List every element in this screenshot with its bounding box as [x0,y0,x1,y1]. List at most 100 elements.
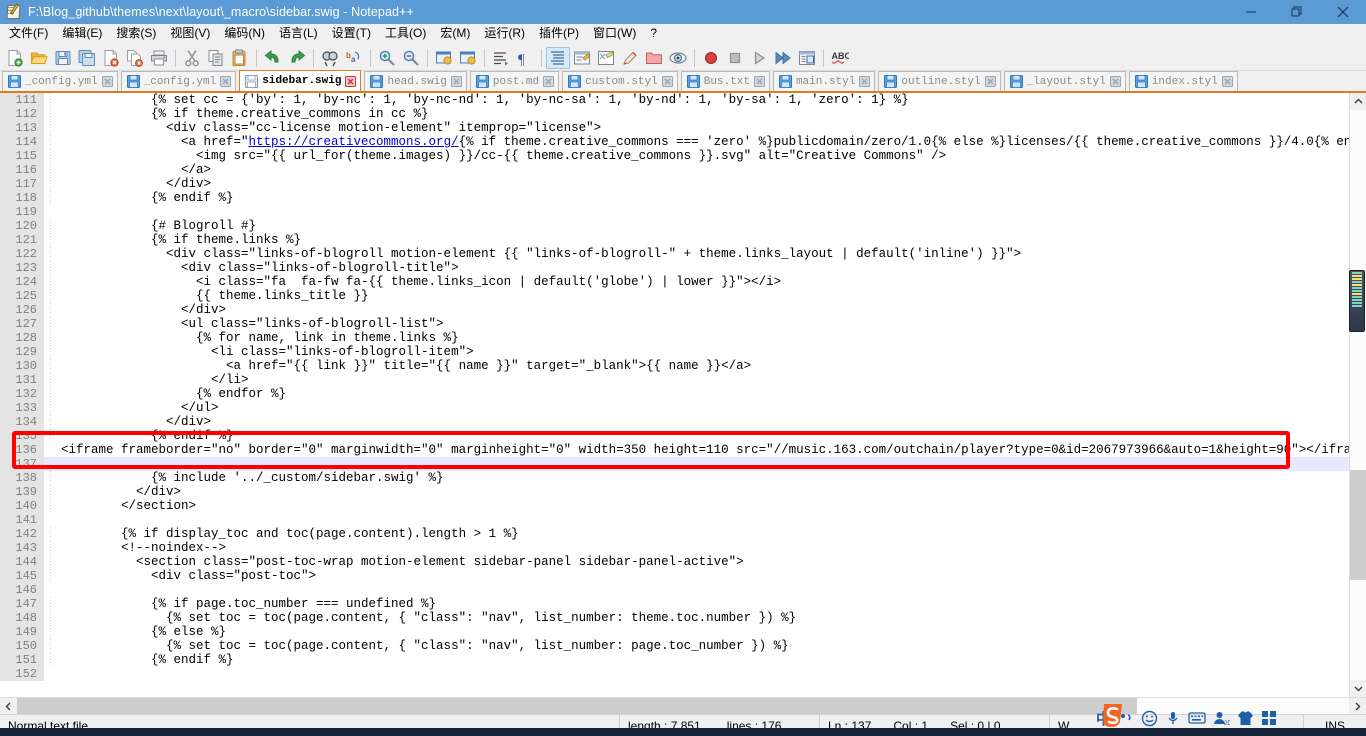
play-macro-icon[interactable] [747,47,771,69]
fold-margin[interactable] [44,667,58,681]
fold-margin[interactable] [44,401,58,415]
fold-margin[interactable] [44,317,58,331]
code-line[interactable]: 122 <div class="links-of-blogroll motion… [0,247,1349,261]
ime-soft-keyboard-icon[interactable] [1188,711,1206,725]
code-line[interactable]: 112 {% if theme.creative_commons in cc %… [0,107,1349,121]
code-line[interactable]: 121 {% if theme.links %} [0,233,1349,247]
fold-margin[interactable] [44,331,58,345]
fold-margin[interactable] [44,569,58,583]
ime-emoji-icon[interactable] [1141,710,1158,727]
tab-config-yml-2[interactable]: _config.yml [120,71,237,91]
fold-margin[interactable] [44,583,58,597]
code-line[interactable]: 123 <div class="links-of-blogroll-title"… [0,261,1349,275]
fold-margin[interactable] [44,611,58,625]
close-all-icon[interactable] [123,47,147,69]
ime-voice-input-icon[interactable] [1165,710,1181,726]
vertical-scrollbar[interactable] [1349,93,1366,697]
close-button[interactable] [1320,0,1366,24]
document-map-icon[interactable] [666,47,690,69]
user-define-dialog-icon[interactable] [570,47,594,69]
horizontal-scroll-thumb[interactable] [17,697,1137,714]
code-line[interactable]: 115 <img src="{{ url_for(theme.images) }… [0,149,1349,163]
code-line[interactable]: 113 <div class="cc-license motion-elemen… [0,121,1349,135]
code-line[interactable]: 134 </div> [0,415,1349,429]
fold-margin[interactable] [44,471,58,485]
code-line[interactable]: 136 <iframe frameborder="no" border="0" m… [0,443,1349,457]
zoom-in-icon[interactable] [375,47,399,69]
tab-config-yml-1[interactable]: _config.yml [2,71,118,91]
menu-tools[interactable]: 工具(O) [378,24,433,44]
code-line[interactable]: 140 </section> [0,499,1349,513]
replace-icon[interactable]: ba [342,47,366,69]
menu-file[interactable]: 文件(F) [2,24,55,44]
code-line[interactable]: 135 {% endif %} [0,429,1349,443]
fold-margin[interactable] [44,303,58,317]
ime-skin-icon[interactable] [1237,710,1254,726]
menu-help[interactable]: ? [643,24,664,44]
document-map-marker[interactable] [1349,270,1365,332]
code-line[interactable]: 147 {% if page.toc_number === undefined … [0,597,1349,611]
tab-close-icon[interactable] [450,76,462,87]
tab-close-icon[interactable] [101,76,113,87]
tab-close-icon[interactable] [543,76,555,87]
menu-search[interactable]: 搜索(S) [109,24,163,44]
copy-icon[interactable] [204,47,228,69]
menu-edit[interactable]: 编辑(E) [55,24,109,44]
tab-close-icon[interactable] [1221,76,1233,87]
tab-bus-txt[interactable]: Bus.txt [680,71,770,91]
code-line[interactable]: 130 <a href="{{ link }}" title="{{ name … [0,359,1349,373]
code-line[interactable]: 125 {{ theme.links_title }} [0,289,1349,303]
menu-plugins[interactable]: 插件(P) [532,24,586,44]
tab-layout-styl[interactable]: _layout.styl [1003,71,1126,91]
code-line[interactable]: 118 {% endif %} [0,191,1349,205]
code-line[interactable]: 141 [0,513,1349,527]
fold-margin[interactable] [44,457,58,471]
code-line[interactable]: 129 <li class="links-of-blogroll-item"> [0,345,1349,359]
fold-margin[interactable] [44,373,58,387]
fold-margin[interactable] [44,345,58,359]
fold-margin[interactable] [44,247,58,261]
save-macro-icon[interactable] [795,47,819,69]
close-file-icon[interactable] [99,47,123,69]
fold-margin[interactable] [44,93,58,107]
code-line[interactable]: 152 [0,667,1349,681]
fold-margin[interactable] [44,527,58,541]
fold-margin[interactable] [44,121,58,135]
menu-settings[interactable]: 设置(T) [325,24,378,44]
code-line[interactable]: 145 <div class="post-toc"> [0,569,1349,583]
menu-encoding[interactable]: 编码(N) [217,24,272,44]
tab-close-icon[interactable] [345,75,357,87]
menu-window[interactable]: 窗口(W) [586,24,643,44]
spell-check-icon[interactable]: ABC [828,47,852,69]
code-line[interactable]: 114 <a href="https://creativecommons.org… [0,135,1349,149]
fold-margin[interactable] [44,555,58,569]
fold-margin[interactable] [44,163,58,177]
code-line[interactable]: 142 {% if display_toc and toc(page.conte… [0,527,1349,541]
tab-outline-styl[interactable]: outline.styl [878,71,1001,91]
save-all-icon[interactable] [75,47,99,69]
code-line[interactable]: 132 {% endfor %} [0,387,1349,401]
fold-margin[interactable] [44,219,58,233]
tab-close-icon[interactable] [859,76,871,87]
find-icon[interactable] [318,47,342,69]
code-line[interactable]: 146 [0,583,1349,597]
code-line[interactable]: 117 </div> [0,177,1349,191]
tab-custom-styl[interactable]: custom.styl [562,71,678,91]
sogou-logo-icon[interactable] [1098,700,1128,730]
fold-margin[interactable] [44,415,58,429]
code-line[interactable]: 127 <ul class="links-of-blogroll-list"> [0,317,1349,331]
tab-index-styl[interactable]: index.styl [1128,71,1238,91]
fold-margin[interactable] [44,653,58,667]
code-line[interactable]: 151 {% endif %} [0,653,1349,667]
code-line[interactable]: 131 </li> [0,373,1349,387]
minimize-button[interactable] [1228,0,1274,24]
fold-margin[interactable] [44,387,58,401]
menu-macro[interactable]: 宏(M) [433,24,477,44]
record-macro-icon[interactable] [699,47,723,69]
fold-margin[interactable] [44,429,58,443]
code-line[interactable]: 143 <!--noindex--> [0,541,1349,555]
fold-margin[interactable] [44,135,58,149]
fold-margin[interactable] [44,205,58,219]
open-file-icon[interactable] [27,47,51,69]
fold-margin[interactable] [44,191,58,205]
